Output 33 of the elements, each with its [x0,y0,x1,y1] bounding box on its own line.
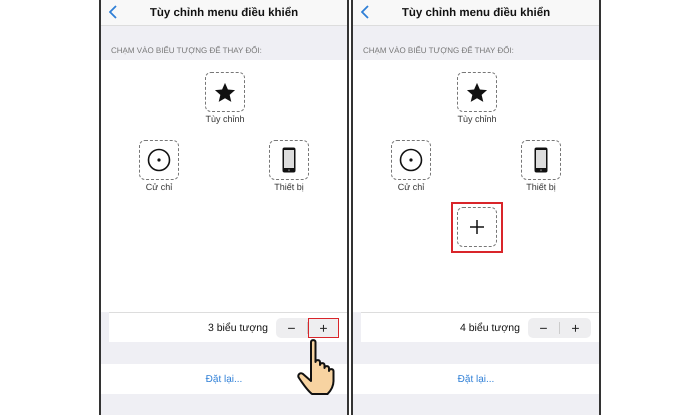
star-icon [214,82,236,102]
icon-count: 3 biểu tượng [208,322,268,334]
screen-title: Tùy chỉnh menu điều khiển [150,6,298,18]
reset-link[interactable]: Đặt lại... [200,372,248,386]
slot-label: Tùy chỉnh [457,114,497,124]
section-header: CHẠM VÀO BIỂU TƯỢNG ĐỂ THAY ĐỔI: [362,46,515,57]
slot-label: Thiết bị [274,182,304,192]
slot-label: Tùy chỉnh [205,114,245,124]
icon-count: 4 biểu tượng [460,322,520,334]
reset-link[interactable]: Đặt lại... [452,372,500,386]
icon-slot[interactable] [521,140,561,180]
circle-dot-icon [399,148,423,172]
icon-slot[interactable] [205,72,245,112]
circle-dot-icon [147,148,171,172]
slot-label: Cử chỉ [398,182,424,192]
star-icon [466,82,488,102]
icon-slot[interactable] [139,140,179,180]
plus-button[interactable]: + [560,318,591,338]
back-icon[interactable] [361,5,369,19]
icon-slot[interactable] [269,140,309,180]
icon-slot[interactable] [457,72,497,112]
slot-label: Thiết bị [526,182,556,192]
phone-icon [534,147,548,173]
section-header: CHẠM VÀO BIỂU TƯỢNG ĐỂ THAY ĐỔI: [110,46,263,57]
phone-icon [282,147,296,173]
minus-button[interactable]: − [528,318,559,338]
icon-slot[interactable] [391,140,431,180]
minus-button[interactable]: − [276,318,307,338]
plus-button[interactable]: + [308,318,339,338]
back-icon[interactable] [109,5,117,19]
screen-title: Tùy chỉnh menu điều khiển [402,6,550,18]
slot-label: Cử chỉ [146,182,172,192]
plus-icon [470,220,484,234]
